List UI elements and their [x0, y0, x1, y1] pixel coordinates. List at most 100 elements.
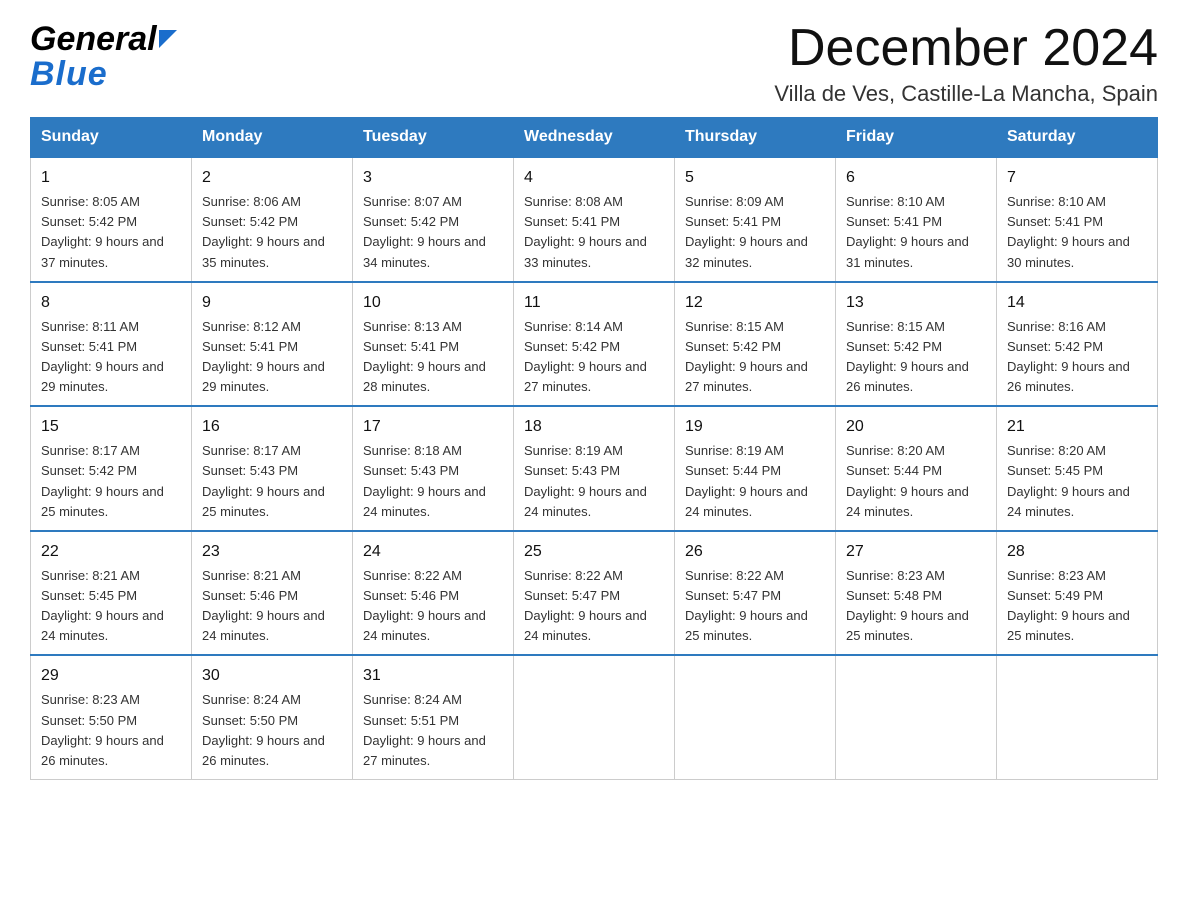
day-info: Sunrise: 8:13 AM Sunset: 5:41 PM Dayligh…	[363, 317, 503, 398]
day-info: Sunrise: 8:10 AM Sunset: 5:41 PM Dayligh…	[846, 192, 986, 273]
logo-blue: Blue	[30, 55, 108, 93]
day-number: 13	[846, 291, 986, 315]
day-info: Sunrise: 8:19 AM Sunset: 5:43 PM Dayligh…	[524, 441, 664, 522]
calendar-day-cell: 29 Sunrise: 8:23 AM Sunset: 5:50 PM Dayl…	[31, 655, 192, 779]
header-thursday: Thursday	[675, 118, 836, 158]
calendar-day-cell: 22 Sunrise: 8:21 AM Sunset: 5:45 PM Dayl…	[31, 531, 192, 656]
day-number: 19	[685, 415, 825, 439]
day-number: 22	[41, 540, 181, 564]
calendar-table: Sunday Monday Tuesday Wednesday Thursday…	[30, 117, 1158, 780]
calendar-day-cell: 23 Sunrise: 8:21 AM Sunset: 5:46 PM Dayl…	[192, 531, 353, 656]
day-info: Sunrise: 8:10 AM Sunset: 5:41 PM Dayligh…	[1007, 192, 1147, 273]
day-number: 18	[524, 415, 664, 439]
header-friday: Friday	[836, 118, 997, 158]
day-number: 24	[363, 540, 503, 564]
calendar-week-row: 22 Sunrise: 8:21 AM Sunset: 5:45 PM Dayl…	[31, 531, 1158, 656]
calendar-day-cell: 25 Sunrise: 8:22 AM Sunset: 5:47 PM Dayl…	[514, 531, 675, 656]
calendar-day-cell: 26 Sunrise: 8:22 AM Sunset: 5:47 PM Dayl…	[675, 531, 836, 656]
calendar-day-cell: 28 Sunrise: 8:23 AM Sunset: 5:49 PM Dayl…	[997, 531, 1158, 656]
calendar-empty-cell	[997, 655, 1158, 779]
day-number: 15	[41, 415, 181, 439]
calendar-week-row: 15 Sunrise: 8:17 AM Sunset: 5:42 PM Dayl…	[31, 406, 1158, 531]
calendar-day-cell: 31 Sunrise: 8:24 AM Sunset: 5:51 PM Dayl…	[353, 655, 514, 779]
calendar-day-cell: 9 Sunrise: 8:12 AM Sunset: 5:41 PM Dayli…	[192, 282, 353, 407]
day-number: 26	[685, 540, 825, 564]
subtitle: Villa de Ves, Castille-La Mancha, Spain	[774, 81, 1158, 107]
calendar-empty-cell	[675, 655, 836, 779]
calendar-day-cell: 10 Sunrise: 8:13 AM Sunset: 5:41 PM Dayl…	[353, 282, 514, 407]
calendar-week-row: 29 Sunrise: 8:23 AM Sunset: 5:50 PM Dayl…	[31, 655, 1158, 779]
logo-arrow-icon	[159, 30, 181, 52]
day-info: Sunrise: 8:23 AM Sunset: 5:48 PM Dayligh…	[846, 566, 986, 647]
calendar-week-row: 1 Sunrise: 8:05 AM Sunset: 5:42 PM Dayli…	[31, 157, 1158, 282]
day-info: Sunrise: 8:19 AM Sunset: 5:44 PM Dayligh…	[685, 441, 825, 522]
day-number: 28	[1007, 540, 1147, 564]
header-monday: Monday	[192, 118, 353, 158]
calendar-day-cell: 7 Sunrise: 8:10 AM Sunset: 5:41 PM Dayli…	[997, 157, 1158, 282]
calendar-day-cell: 2 Sunrise: 8:06 AM Sunset: 5:42 PM Dayli…	[192, 157, 353, 282]
calendar-day-cell: 13 Sunrise: 8:15 AM Sunset: 5:42 PM Dayl…	[836, 282, 997, 407]
calendar-day-cell: 21 Sunrise: 8:20 AM Sunset: 5:45 PM Dayl…	[997, 406, 1158, 531]
day-number: 1	[41, 166, 181, 190]
title-section: December 2024 Villa de Ves, Castille-La …	[774, 20, 1158, 107]
day-number: 31	[363, 664, 503, 688]
day-info: Sunrise: 8:08 AM Sunset: 5:41 PM Dayligh…	[524, 192, 664, 273]
day-number: 17	[363, 415, 503, 439]
calendar-day-cell: 1 Sunrise: 8:05 AM Sunset: 5:42 PM Dayli…	[31, 157, 192, 282]
calendar-week-row: 8 Sunrise: 8:11 AM Sunset: 5:41 PM Dayli…	[31, 282, 1158, 407]
day-number: 9	[202, 291, 342, 315]
day-number: 6	[846, 166, 986, 190]
day-number: 23	[202, 540, 342, 564]
day-number: 21	[1007, 415, 1147, 439]
header-sunday: Sunday	[31, 118, 192, 158]
day-info: Sunrise: 8:14 AM Sunset: 5:42 PM Dayligh…	[524, 317, 664, 398]
calendar-day-cell: 4 Sunrise: 8:08 AM Sunset: 5:41 PM Dayli…	[514, 157, 675, 282]
day-info: Sunrise: 8:20 AM Sunset: 5:44 PM Dayligh…	[846, 441, 986, 522]
day-info: Sunrise: 8:16 AM Sunset: 5:42 PM Dayligh…	[1007, 317, 1147, 398]
calendar-day-cell: 12 Sunrise: 8:15 AM Sunset: 5:42 PM Dayl…	[675, 282, 836, 407]
day-number: 5	[685, 166, 825, 190]
main-title: December 2024	[774, 20, 1158, 77]
day-info: Sunrise: 8:24 AM Sunset: 5:50 PM Dayligh…	[202, 690, 342, 771]
calendar-day-cell: 5 Sunrise: 8:09 AM Sunset: 5:41 PM Dayli…	[675, 157, 836, 282]
day-info: Sunrise: 8:09 AM Sunset: 5:41 PM Dayligh…	[685, 192, 825, 273]
calendar-header-row: Sunday Monday Tuesday Wednesday Thursday…	[31, 118, 1158, 158]
calendar-day-cell: 19 Sunrise: 8:19 AM Sunset: 5:44 PM Dayl…	[675, 406, 836, 531]
day-number: 27	[846, 540, 986, 564]
day-number: 14	[1007, 291, 1147, 315]
day-info: Sunrise: 8:17 AM Sunset: 5:43 PM Dayligh…	[202, 441, 342, 522]
day-number: 25	[524, 540, 664, 564]
day-info: Sunrise: 8:24 AM Sunset: 5:51 PM Dayligh…	[363, 690, 503, 771]
calendar-day-cell: 20 Sunrise: 8:20 AM Sunset: 5:44 PM Dayl…	[836, 406, 997, 531]
day-info: Sunrise: 8:05 AM Sunset: 5:42 PM Dayligh…	[41, 192, 181, 273]
day-info: Sunrise: 8:15 AM Sunset: 5:42 PM Dayligh…	[846, 317, 986, 398]
day-number: 4	[524, 166, 664, 190]
page-header: General Blue December 2024 Villa de Ves,…	[30, 20, 1158, 107]
day-info: Sunrise: 8:06 AM Sunset: 5:42 PM Dayligh…	[202, 192, 342, 273]
calendar-day-cell: 30 Sunrise: 8:24 AM Sunset: 5:50 PM Dayl…	[192, 655, 353, 779]
day-info: Sunrise: 8:23 AM Sunset: 5:50 PM Dayligh…	[41, 690, 181, 771]
logo-general: General	[30, 20, 157, 59]
calendar-day-cell: 6 Sunrise: 8:10 AM Sunset: 5:41 PM Dayli…	[836, 157, 997, 282]
calendar-day-cell: 18 Sunrise: 8:19 AM Sunset: 5:43 PM Dayl…	[514, 406, 675, 531]
day-number: 11	[524, 291, 664, 315]
day-info: Sunrise: 8:22 AM Sunset: 5:47 PM Dayligh…	[685, 566, 825, 647]
day-number: 20	[846, 415, 986, 439]
day-info: Sunrise: 8:20 AM Sunset: 5:45 PM Dayligh…	[1007, 441, 1147, 522]
calendar-empty-cell	[514, 655, 675, 779]
header-saturday: Saturday	[997, 118, 1158, 158]
calendar-day-cell: 8 Sunrise: 8:11 AM Sunset: 5:41 PM Dayli…	[31, 282, 192, 407]
logo: General Blue	[30, 20, 181, 94]
day-number: 29	[41, 664, 181, 688]
day-number: 12	[685, 291, 825, 315]
day-number: 30	[202, 664, 342, 688]
day-info: Sunrise: 8:15 AM Sunset: 5:42 PM Dayligh…	[685, 317, 825, 398]
day-number: 10	[363, 291, 503, 315]
day-info: Sunrise: 8:22 AM Sunset: 5:47 PM Dayligh…	[524, 566, 664, 647]
calendar-day-cell: 27 Sunrise: 8:23 AM Sunset: 5:48 PM Dayl…	[836, 531, 997, 656]
calendar-day-cell: 14 Sunrise: 8:16 AM Sunset: 5:42 PM Dayl…	[997, 282, 1158, 407]
day-info: Sunrise: 8:17 AM Sunset: 5:42 PM Dayligh…	[41, 441, 181, 522]
calendar-day-cell: 15 Sunrise: 8:17 AM Sunset: 5:42 PM Dayl…	[31, 406, 192, 531]
day-info: Sunrise: 8:21 AM Sunset: 5:45 PM Dayligh…	[41, 566, 181, 647]
day-info: Sunrise: 8:22 AM Sunset: 5:46 PM Dayligh…	[363, 566, 503, 647]
